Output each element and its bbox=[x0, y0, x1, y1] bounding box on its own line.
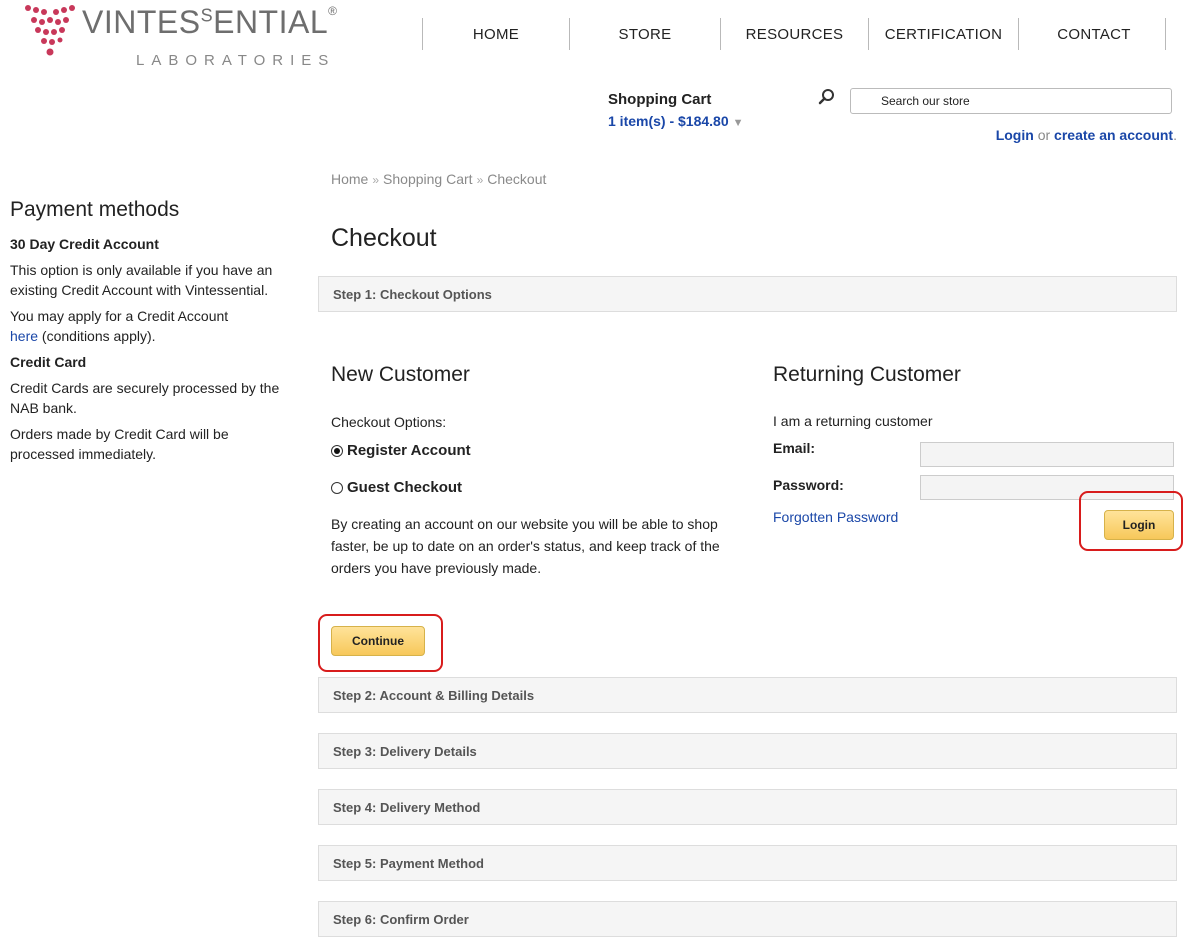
guest-checkout-label: Guest Checkout bbox=[347, 479, 463, 496]
breadcrumb-home[interactable]: Home bbox=[331, 171, 368, 187]
nav-contact[interactable]: CONTACT bbox=[1018, 18, 1169, 50]
credit-card-text-2: Orders made by Credit Card will be proce… bbox=[10, 426, 229, 462]
nav-home[interactable]: HOME bbox=[422, 18, 569, 50]
site-logo[interactable]: VINTESSENTIAL® LABORATORIES bbox=[20, 2, 337, 72]
guest-checkout-radio[interactable]: Guest Checkout bbox=[331, 479, 462, 496]
cart-summary[interactable]: 1 item(s) - $184.80 ▼ bbox=[608, 113, 744, 129]
checkout-options-label: Checkout Options: bbox=[331, 414, 447, 430]
account-period: . bbox=[1173, 127, 1177, 143]
nav-certification[interactable]: CERTIFICATION bbox=[868, 18, 1018, 50]
radio-unselected-icon bbox=[331, 481, 343, 494]
apply-credit-text: You may apply for a Credit Account here (… bbox=[10, 306, 290, 346]
step-3-header[interactable]: Step 3: Delivery Details bbox=[318, 733, 1177, 769]
apply-here-link[interactable]: here bbox=[10, 328, 38, 344]
main-nav: HOME STORE RESOURCES CERTIFICATION CONTA… bbox=[422, 18, 1169, 54]
new-customer-title: New Customer bbox=[331, 363, 470, 386]
nav-resources[interactable]: RESOURCES bbox=[720, 18, 868, 50]
continue-button[interactable]: Continue bbox=[331, 626, 425, 656]
step-4-header[interactable]: Step 4: Delivery Method bbox=[318, 789, 1177, 825]
login-link[interactable]: Login bbox=[996, 127, 1034, 143]
cart-caret-icon: ▼ bbox=[732, 117, 744, 129]
search-icon[interactable] bbox=[818, 88, 836, 106]
breadcrumb-checkout[interactable]: Checkout bbox=[487, 171, 546, 187]
step-2-header[interactable]: Step 2: Account & Billing Details bbox=[318, 677, 1177, 713]
nav-divider bbox=[1165, 18, 1166, 50]
returning-customer-title: Returning Customer bbox=[773, 363, 961, 386]
password-field[interactable] bbox=[920, 475, 1174, 500]
apply-prefix: You may apply for a Credit Account bbox=[10, 308, 229, 324]
credit-account-heading: 30 Day Credit Account bbox=[10, 236, 159, 252]
login-button[interactable]: Login bbox=[1104, 510, 1174, 540]
sidebar-title: Payment methods bbox=[10, 198, 180, 221]
nav-store[interactable]: STORE bbox=[569, 18, 720, 50]
logo-wordmark: VINTESSENTIAL® bbox=[82, 4, 338, 40]
logo-subtitle: LABORATORIES bbox=[136, 52, 336, 69]
payment-methods-sidebar: Payment methods 30 Day Credit Account Th… bbox=[10, 198, 290, 470]
account-or-text: or bbox=[1037, 127, 1051, 143]
step-1-header[interactable]: Step 1: Checkout Options bbox=[318, 276, 1177, 312]
password-label: Password: bbox=[773, 477, 844, 493]
forgotten-password-link[interactable]: Forgotten Password bbox=[773, 509, 898, 525]
register-account-label: Register Account bbox=[347, 442, 471, 459]
page-title: Checkout bbox=[331, 224, 437, 252]
cart-summary-text: 1 item(s) - $184.80 bbox=[608, 113, 729, 129]
credit-card-heading: Credit Card bbox=[10, 354, 87, 370]
step-6-header[interactable]: Step 6: Confirm Order bbox=[318, 901, 1177, 937]
breadcrumb: Home» Shopping Cart» Checkout bbox=[331, 171, 546, 187]
search-input[interactable] bbox=[850, 88, 1172, 114]
logo-grape-icon bbox=[25, 5, 75, 56]
returning-customer-intro: I am a returning customer bbox=[773, 413, 933, 429]
shopping-cart-title[interactable]: Shopping Cart bbox=[608, 91, 711, 108]
step-5-header[interactable]: Step 5: Payment Method bbox=[318, 845, 1177, 881]
credit-card-text-1: Credit Cards are securely processed by t… bbox=[10, 380, 280, 416]
create-account-link[interactable]: create an account bbox=[1054, 127, 1173, 143]
breadcrumb-shopping-cart[interactable]: Shopping Cart bbox=[383, 171, 473, 187]
breadcrumb-separator: » bbox=[372, 173, 380, 187]
email-field[interactable] bbox=[920, 442, 1174, 467]
breadcrumb-separator: » bbox=[476, 173, 484, 187]
account-links: Login or create an account. bbox=[996, 127, 1177, 143]
email-label: Email: bbox=[773, 440, 816, 456]
new-customer-description: By creating an account on our website yo… bbox=[331, 516, 720, 576]
register-account-radio[interactable]: Register Account bbox=[331, 442, 471, 459]
radio-selected-icon bbox=[331, 444, 343, 457]
apply-suffix: (conditions apply). bbox=[41, 328, 156, 344]
credit-account-text: This option is only available if you hav… bbox=[10, 262, 273, 298]
